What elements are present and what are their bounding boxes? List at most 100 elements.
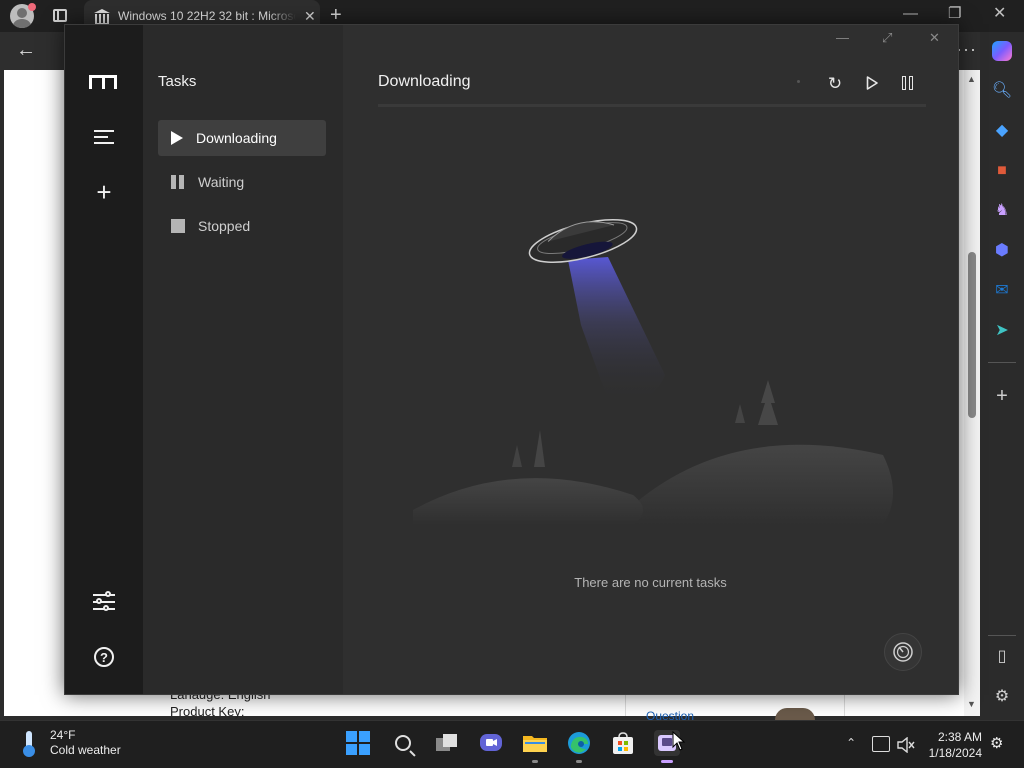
pause-all-icon	[902, 76, 914, 90]
running-indicator	[532, 760, 538, 763]
search-icon	[395, 735, 411, 751]
archive-favicon-icon	[94, 9, 110, 25]
add-sidebar-app-icon[interactable]: +	[991, 385, 1013, 407]
toolbar-separator-dot	[797, 80, 800, 83]
app-minimize-button[interactable]: —	[836, 31, 849, 44]
clock-time: 2:38 AM	[937, 730, 982, 744]
resume-all-icon	[866, 76, 878, 90]
copilot-icon[interactable]	[991, 40, 1013, 62]
outlook-icon[interactable]: ✉	[991, 280, 1013, 302]
edge-browser-button[interactable]	[566, 730, 592, 756]
play-icon	[171, 131, 183, 145]
network-icon[interactable]	[872, 736, 890, 752]
sidebar-settings-icon[interactable]: ⚙	[991, 686, 1013, 708]
speedometer-icon	[893, 642, 913, 662]
app-logo-icon	[89, 75, 117, 89]
webpage-product-key-text: Product Key:	[170, 704, 245, 719]
weather-widget[interactable]: 24°F Cold weather	[20, 728, 121, 758]
tree	[512, 445, 522, 467]
empty-state-illustration	[413, 219, 893, 525]
profile-notification-dot	[28, 3, 36, 11]
task-view-button[interactable]	[434, 730, 460, 756]
drop-send-icon[interactable]: ➤	[991, 320, 1013, 342]
app-maximize-button[interactable]: ⤢	[882, 31, 892, 44]
sidebar-divider	[988, 362, 1016, 363]
new-tab-icon[interactable]: +	[330, 5, 342, 25]
browser-restore-button[interactable]: ❐	[948, 6, 961, 21]
back-icon[interactable]: ←	[16, 40, 36, 60]
ufo-beam	[568, 257, 665, 403]
scroll-down-icon[interactable]: ▼	[967, 699, 976, 709]
nav-item-label: Waiting	[198, 174, 245, 190]
start-button[interactable]	[345, 730, 371, 756]
download-manager-window: + ? Tasks Downloading Waiting Stopped — …	[64, 24, 959, 695]
hill-left	[413, 478, 643, 525]
refresh-icon: ↻	[827, 73, 843, 93]
show-hidden-icons-chevron[interactable]: ⌄	[846, 735, 856, 749]
tab-actions-icon[interactable]	[53, 9, 67, 22]
app-close-button[interactable]: ✕	[929, 31, 940, 44]
active-app-indicator	[661, 760, 673, 763]
nav-item-downloading[interactable]: Downloading	[158, 120, 326, 156]
sliders-icon	[93, 591, 115, 611]
tree	[735, 404, 745, 423]
store-icon	[613, 732, 633, 754]
app-rail: + ?	[65, 25, 143, 694]
pause-icon	[171, 175, 185, 189]
nav-item-label: Stopped	[198, 218, 251, 234]
tab-close-icon[interactable]: ✕	[304, 9, 316, 23]
browser-close-button[interactable]: ✕	[993, 6, 1006, 22]
help-button[interactable]: ?	[84, 637, 124, 677]
weather-condition: Cold weather	[50, 743, 121, 757]
resume-all-button[interactable]	[858, 69, 886, 97]
refresh-button[interactable]: ↻	[821, 69, 849, 97]
windows-icon	[346, 731, 370, 755]
file-explorer-button[interactable]	[522, 730, 548, 756]
taskbar	[0, 720, 1024, 768]
games-icon[interactable]: ♞	[991, 200, 1013, 222]
speed-limit-button[interactable]	[884, 633, 922, 671]
search-icon[interactable]: 🔍︎	[991, 80, 1013, 102]
help-icon: ?	[94, 647, 114, 667]
search-button[interactable]	[390, 730, 416, 756]
pause-all-button[interactable]	[894, 69, 922, 97]
menu-button[interactable]	[84, 117, 124, 157]
sidebar-panel-icon[interactable]: ▯	[991, 646, 1013, 668]
system-clock[interactable]: 2:38 AM 1/18/2024	[928, 729, 982, 761]
hill-right	[633, 444, 893, 525]
thermometer-icon	[20, 729, 40, 757]
menu-icon	[94, 130, 114, 144]
teams-chat-button[interactable]	[478, 730, 504, 756]
settings-button[interactable]	[84, 581, 124, 621]
main-panel: — ⤢ ✕ Downloading ↻ There are no current…	[343, 25, 958, 694]
sidebar-divider	[988, 635, 1016, 636]
tools-icon[interactable]: ■	[991, 160, 1013, 182]
title-divider	[378, 104, 926, 107]
tab-title: Windows 10 22H2 32 bit : Microsoft	[118, 9, 296, 23]
tree	[758, 380, 778, 425]
add-task-button[interactable]: +	[84, 172, 124, 212]
store-button[interactable]	[610, 730, 636, 756]
webpage-avatar	[775, 708, 815, 720]
notification-center-icon[interactable]: ⚙	[990, 736, 1003, 751]
page-title: Downloading	[378, 73, 471, 90]
more-options-icon[interactable]: ···	[956, 40, 977, 58]
volume-muted-icon[interactable]	[897, 737, 915, 753]
browser-minimize-button[interactable]: —	[903, 6, 918, 21]
clock-date: 1/18/2024	[928, 746, 982, 760]
nav-item-waiting[interactable]: Waiting	[158, 164, 326, 200]
chat-icon	[480, 734, 502, 751]
task-view-icon	[436, 734, 457, 751]
mouse-cursor-icon	[672, 731, 686, 751]
edge-icon	[568, 732, 590, 754]
tree	[534, 430, 545, 467]
folder-icon	[523, 736, 547, 752]
page-scroll-thumb[interactable]	[968, 252, 976, 418]
nav-item-stopped[interactable]: Stopped	[158, 208, 326, 244]
stop-icon	[171, 219, 185, 233]
office-icon[interactable]: ⬢	[991, 240, 1013, 262]
scroll-up-icon[interactable]: ▲	[967, 74, 976, 84]
shopping-tag-icon[interactable]: ◆	[991, 120, 1013, 142]
running-indicator	[576, 760, 582, 763]
empty-state-message: There are no current tasks	[574, 575, 727, 590]
